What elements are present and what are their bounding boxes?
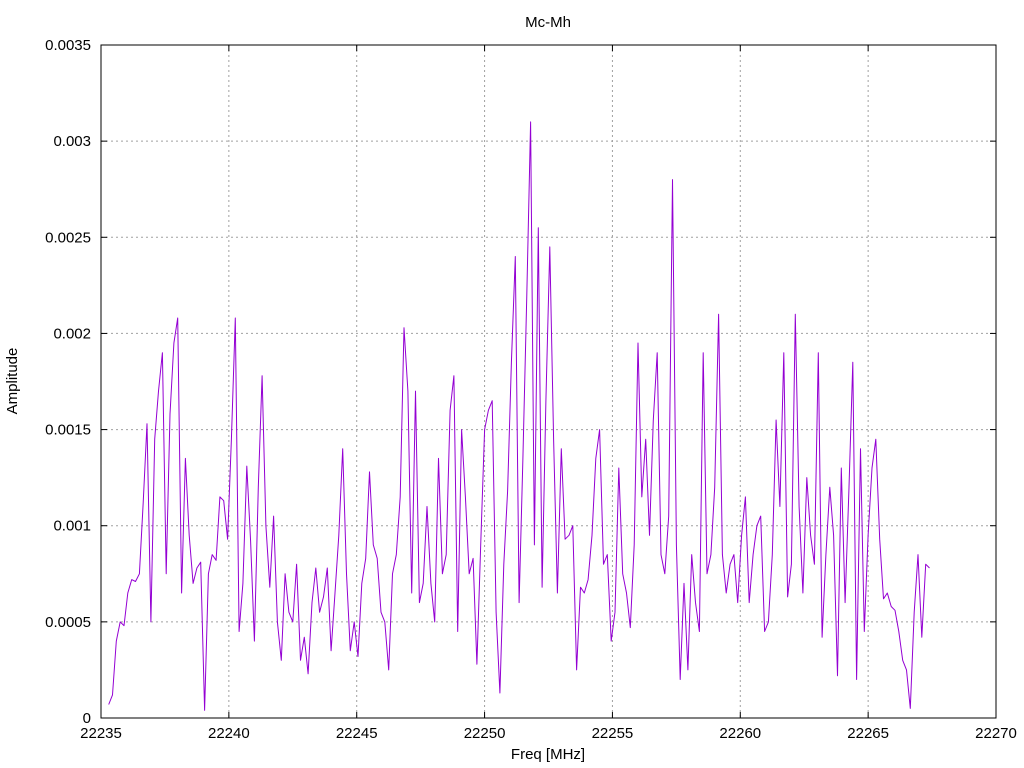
y-tick-label: 0.003 bbox=[53, 133, 91, 150]
y-tick-label: 0 bbox=[83, 710, 91, 727]
x-tick-label: 22245 bbox=[336, 725, 378, 742]
x-tick-label: 22260 bbox=[719, 725, 761, 742]
x-tick-label: 22270 bbox=[975, 725, 1017, 742]
y-tick-label: 0.001 bbox=[53, 518, 91, 535]
y-tick-label: 0.0035 bbox=[45, 37, 91, 54]
x-axis-title: Freq [MHz] bbox=[511, 746, 585, 763]
y-tick-label: 0.0005 bbox=[45, 614, 91, 631]
y-tick-label: 0.002 bbox=[53, 325, 91, 342]
x-tick-label: 22235 bbox=[80, 725, 122, 742]
x-tick-label: 22265 bbox=[847, 725, 889, 742]
y-axis-title: Amplitude bbox=[4, 348, 21, 415]
x-tick-label: 22255 bbox=[592, 725, 634, 742]
chart-title: Mc-Mh bbox=[525, 14, 571, 31]
chart-background bbox=[0, 0, 1024, 768]
y-tick-label: 0.0025 bbox=[45, 229, 91, 246]
y-tick-label: 0.0015 bbox=[45, 422, 91, 439]
line-chart: 22235 22240 22245 22250 22255 22260 22265 22270… bbox=[0, 0, 1024, 768]
x-tick-label: 22250 bbox=[464, 725, 506, 742]
x-tick-label: 22240 bbox=[208, 725, 250, 742]
